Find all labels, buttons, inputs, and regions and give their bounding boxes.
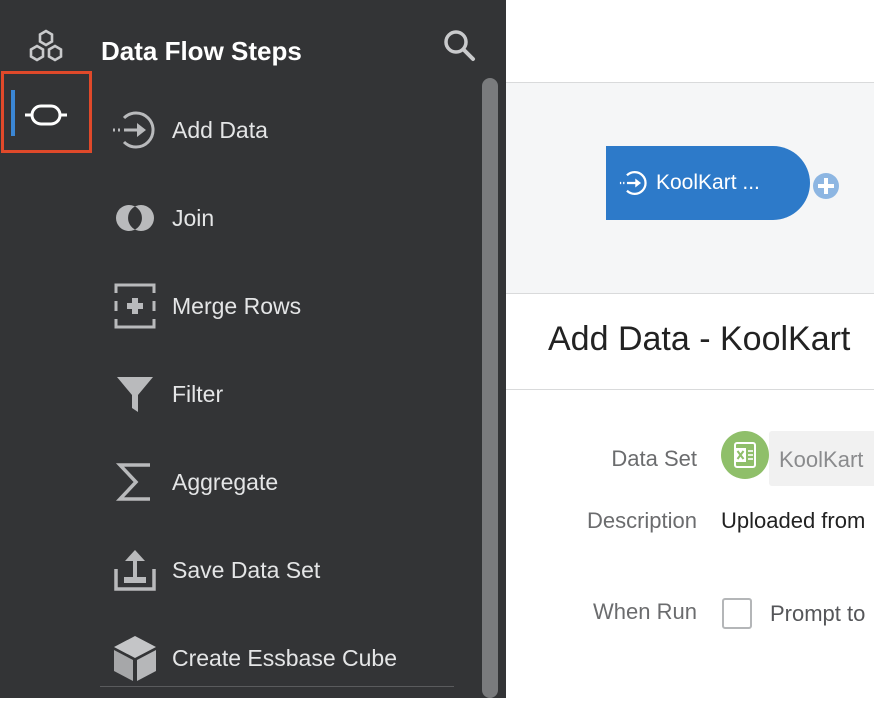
add-step-icon[interactable] (812, 172, 840, 200)
detail-divider (506, 389, 874, 390)
step-save-data-set[interactable]: Save Data Set (100, 526, 470, 614)
data-flow-steps-panel: Data Flow Steps Add Data Join Merge Rows… (0, 0, 506, 698)
scrollbar[interactable] (482, 78, 498, 698)
add-data-node[interactable]: KoolKart ... (606, 146, 810, 220)
aggregate-icon (110, 457, 160, 507)
step-add-data[interactable]: Add Data (100, 86, 470, 174)
step-filter[interactable]: Filter (100, 350, 470, 438)
step-create-essbase-cube[interactable]: Create Essbase Cube (100, 614, 470, 702)
data-flow-editor: KoolKart ... Add Data - KoolKart Data Se… (506, 0, 874, 698)
add-data-icon (619, 171, 647, 195)
cube-icon (110, 633, 160, 683)
step-label: Save Data Set (172, 556, 321, 583)
step-label: Join (172, 204, 215, 231)
data-objects-icon[interactable] (28, 28, 64, 64)
step-detail-title: Add Data - KoolKart (548, 320, 851, 358)
step-label: Merge Rows (172, 292, 302, 319)
when-run-label: When Run (593, 599, 697, 624)
join-icon (110, 193, 160, 243)
step-join[interactable]: Join (100, 174, 470, 262)
data-set-value: KoolKart (779, 447, 864, 472)
step-merge-rows[interactable]: Merge Rows (100, 262, 470, 350)
add-data-icon (110, 105, 160, 155)
step-aggregate[interactable]: Aggregate (100, 438, 470, 526)
prompt-checkbox[interactable] (722, 598, 752, 629)
filter-icon (110, 369, 160, 419)
merge-rows-icon (110, 281, 160, 331)
node-label: KoolKart ... (656, 171, 760, 194)
description-label: Description (586, 508, 697, 533)
step-label: Filter (172, 380, 224, 407)
highlight-annotation-box (1, 71, 92, 153)
step-label: Create Essbase Cube (172, 644, 398, 671)
prompt-checkbox-label: Prompt to (770, 601, 866, 626)
step-label: Aggregate (172, 468, 279, 495)
step-label: Add Data (172, 116, 268, 143)
data-set-label: Data Set (611, 446, 697, 471)
panel-divider (100, 686, 454, 687)
description-value[interactable]: Uploaded from (721, 508, 865, 534)
save-data-set-icon (110, 545, 160, 595)
search-icon[interactable] (442, 28, 476, 62)
excel-file-icon (721, 431, 769, 479)
panel-title: Data Flow Steps (101, 36, 302, 66)
steps-list: Add Data Join Merge Rows Filter Aggregat… (100, 86, 470, 702)
